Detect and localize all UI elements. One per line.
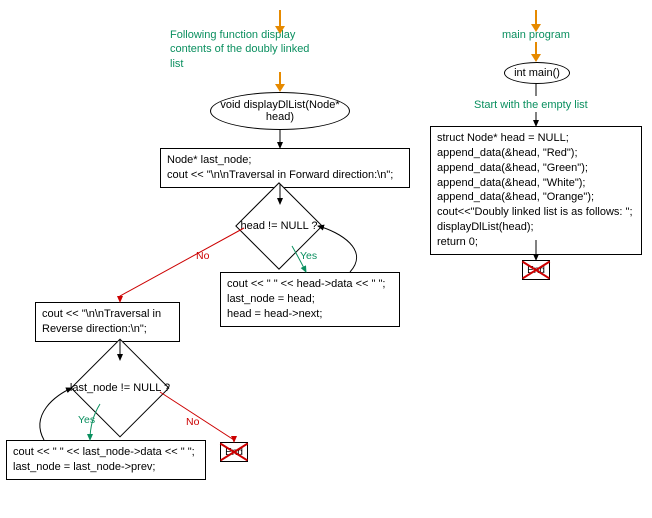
decision1-text: head != NULL ? (241, 220, 318, 232)
end-right: End (522, 260, 550, 280)
decision-head-null: head != NULL ? (234, 206, 324, 246)
entry-arrowhead-right (531, 24, 541, 32)
end-right-label: End (527, 265, 545, 276)
entry-arrowhead-left (275, 26, 285, 34)
func-label: void displayDlList(Node* head) (215, 99, 345, 123)
yes1-label: Yes (300, 250, 317, 262)
flowchart-canvas: Following function display contents of t… (0, 0, 652, 518)
yes2-label: Yes (78, 414, 95, 426)
left-caption: Following function display contents of t… (170, 28, 320, 71)
loop-forward-body: cout << " " << head->data << " "; last_n… (220, 272, 400, 327)
decision-lastnode-null: last_node != NULL ? (60, 368, 180, 408)
entry-arrowhead-left-2 (275, 84, 285, 92)
func-main: int main() (504, 62, 570, 84)
entry-arrowhead-right-2 (531, 54, 541, 62)
decision2-text: last_node != NULL ? (70, 382, 170, 394)
no2-label: No (186, 416, 199, 428)
block-reverse-init: cout << "\n\nTraversal in Reverse direct… (35, 302, 180, 342)
main-body: struct Node* head = NULL; append_data(&h… (430, 126, 642, 255)
right-subcaption: Start with the empty list (474, 98, 588, 112)
end-left: End (220, 442, 248, 462)
func-displayDlList: void displayDlList(Node* head) (210, 92, 350, 130)
end-left-label: End (225, 447, 243, 458)
func-main-label: int main() (514, 67, 560, 79)
loop-reverse-body: cout << " " << last_node->data << " "; l… (6, 440, 206, 480)
no1-label: No (196, 250, 209, 262)
block-forward-init: Node* last_node; cout << "\n\nTraversal … (160, 148, 410, 188)
